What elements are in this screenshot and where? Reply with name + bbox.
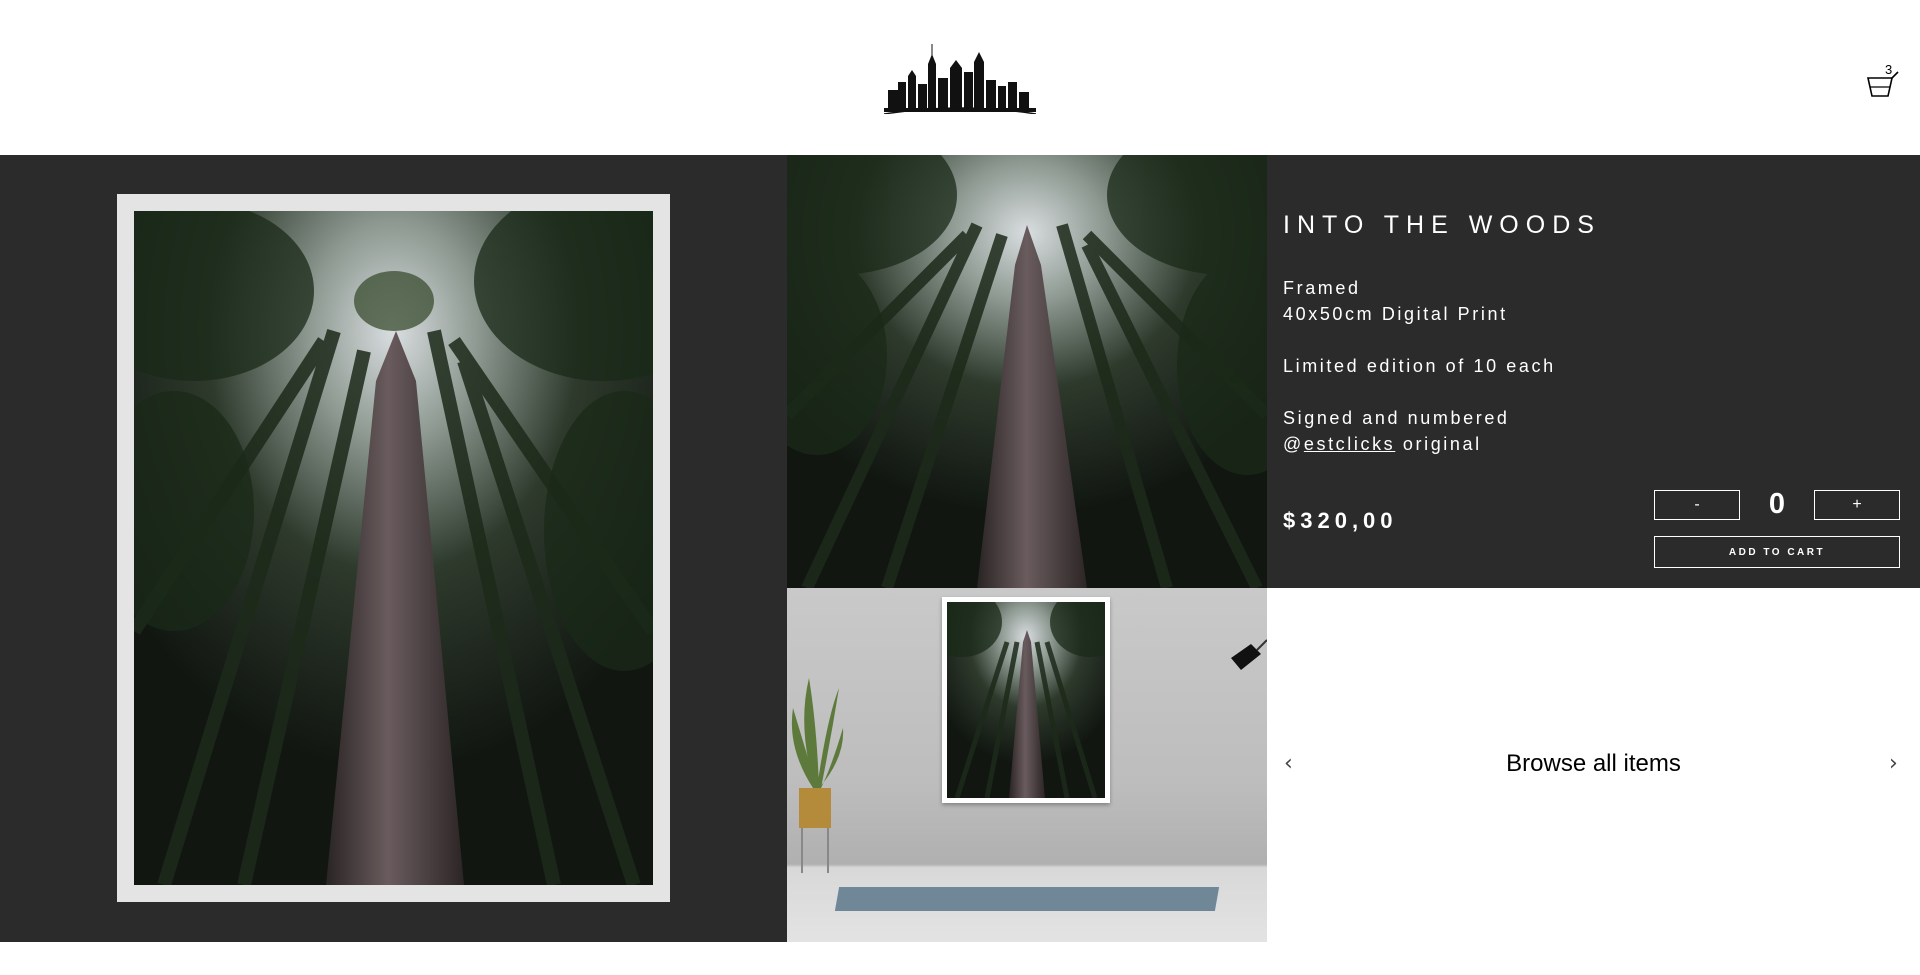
shopping-basket-icon — [1867, 71, 1899, 97]
room-mockup-photo — [787, 588, 1267, 942]
framed-print — [74, 181, 734, 902]
quantity-value: 0 — [1768, 488, 1786, 520]
quantity-increase-button[interactable]: + — [1814, 490, 1900, 520]
handle-suffix: original — [1395, 434, 1482, 454]
cart-button[interactable]: 3 — [1866, 60, 1902, 100]
description-line: Limited edition of 10 each — [1283, 356, 1556, 376]
plant-decor — [791, 678, 844, 873]
forest-photo-detail — [787, 155, 1267, 588]
forest-photo — [74, 181, 734, 888]
product-title: INTO THE WOODS — [1283, 211, 1601, 239]
product-details: INTO THE WOODS Framed 40x50cm Digital Pr… — [1283, 155, 1920, 588]
site-header: 3 — [0, 0, 1920, 155]
quantity-decrease-button[interactable]: - — [1654, 490, 1740, 520]
instagram-handle-link[interactable]: estclicks — [1304, 434, 1395, 454]
description-line: Framed — [1283, 278, 1361, 298]
browse-navigation: ‹ Browse all items › — [1267, 588, 1920, 942]
description-line: 40x50cm Digital Print — [1283, 304, 1508, 324]
city-skyline-logo-icon[interactable] — [884, 42, 1036, 114]
product-description: Framed 40x50cm Digital Print Limited edi… — [1283, 275, 1556, 457]
description-line: @estclicks original — [1283, 431, 1556, 457]
description-line: Signed and numbered — [1283, 408, 1510, 428]
forest-photo-thumb — [922, 588, 1130, 799]
chevron-right-icon[interactable]: › — [1889, 751, 1898, 776]
add-to-cart-button[interactable]: ADD TO CART — [1654, 536, 1900, 568]
lamp-decor — [1231, 639, 1267, 670]
handle-prefix: @ — [1283, 434, 1304, 454]
product-price: $320,00 — [1283, 508, 1398, 533]
rug-decor — [834, 887, 1220, 911]
browse-all-items-link[interactable]: Browse all items — [1267, 750, 1920, 778]
wall-frame — [922, 588, 1130, 803]
